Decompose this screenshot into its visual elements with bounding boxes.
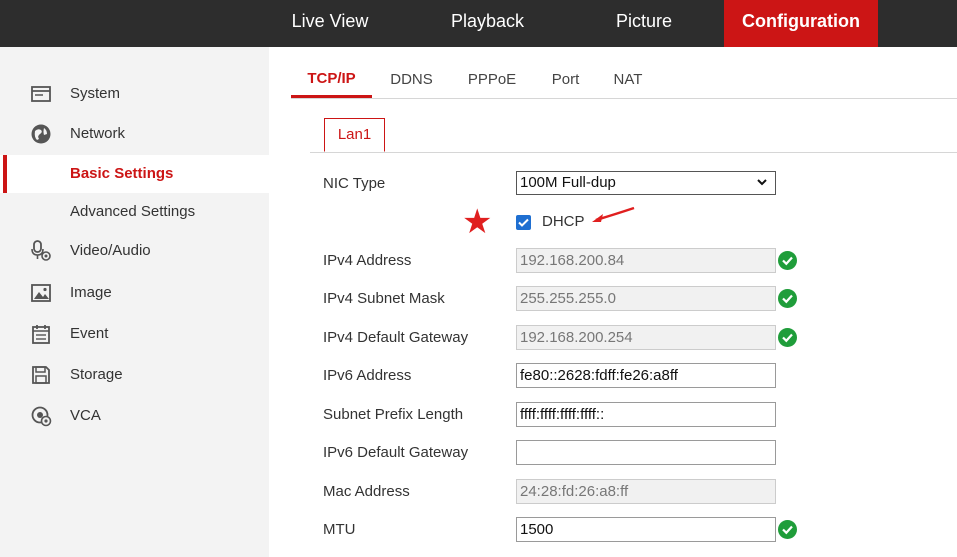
nic-type-select[interactable]: 100M Full-dup xyxy=(516,171,776,195)
valid-check-icon xyxy=(778,251,797,270)
image-icon xyxy=(31,284,51,302)
sidebar-item-network[interactable]: Network xyxy=(0,115,269,153)
tab-lan1[interactable]: Lan1 xyxy=(324,118,385,152)
sidebar-item-label: Video/Audio xyxy=(70,242,151,259)
vca-icon xyxy=(31,406,52,427)
sidebar-item-video-audio[interactable]: Video/Audio xyxy=(0,232,269,270)
sidebar-item-label: Image xyxy=(70,284,112,301)
valid-check-icon xyxy=(778,289,797,308)
sidebar-item-vca[interactable]: VCA xyxy=(0,397,269,435)
dhcp-checkbox[interactable] xyxy=(516,215,531,230)
sidebar-item-system[interactable]: System xyxy=(0,75,269,113)
ipv4-address-label: IPv4 Address xyxy=(323,252,412,269)
ipv6-default-gateway-field[interactable] xyxy=(516,440,776,465)
valid-check-icon xyxy=(778,328,797,347)
sidebar-item-label: Network xyxy=(70,125,126,142)
tab-picture[interactable]: Picture xyxy=(585,0,703,47)
ipv4-address-field[interactable]: 192.168.200.84 xyxy=(516,248,776,273)
arrow-annotation-icon xyxy=(592,206,635,222)
check-icon xyxy=(518,218,529,227)
tab-configuration[interactable]: Configuration xyxy=(724,0,878,47)
ipv4-default-gateway-label: IPv4 Default Gateway xyxy=(323,329,469,346)
nic-type-value: 100M Full-dup xyxy=(520,174,616,191)
dhcp-label: DHCP xyxy=(542,213,585,230)
sidebar-item-label: Advanced Settings xyxy=(70,203,196,220)
tab-port[interactable]: Port xyxy=(543,62,588,98)
tab-live-view[interactable]: Live View xyxy=(270,0,390,47)
ipv4-default-gateway-field[interactable]: 192.168.200.254 xyxy=(516,325,776,350)
ipv4-subnet-mask-label: IPv4 Subnet Mask xyxy=(323,290,445,307)
video-audio-icon xyxy=(31,240,51,261)
sidebar-item-basic-settings[interactable]: Basic Settings xyxy=(0,155,269,193)
event-icon xyxy=(32,325,50,344)
ipv4-subnet-mask-field[interactable]: 255.255.255.0 xyxy=(516,286,776,311)
ipv6-address-field[interactable]: fe80::2628:fdff:fe26:a8ff xyxy=(516,363,776,388)
tab-playback[interactable]: Playback xyxy=(425,0,550,47)
tab-tcp-ip[interactable]: TCP/IP xyxy=(291,62,372,98)
sidebar-item-label: System xyxy=(70,85,121,102)
ipv6-default-gateway-label: IPv6 Default Gateway xyxy=(323,444,469,461)
sidebar-item-storage[interactable]: Storage xyxy=(0,356,269,394)
sidebar-item-image[interactable]: Image xyxy=(0,274,269,312)
tab-nat[interactable]: NAT xyxy=(605,62,651,98)
system-icon xyxy=(31,86,51,102)
mac-address-field[interactable]: 24:28:fd:26:a8:ff xyxy=(516,479,776,504)
sidebar-item-label: Event xyxy=(70,325,109,342)
sidebar-item-advanced-settings[interactable]: Advanced Settings xyxy=(0,193,269,231)
valid-check-icon xyxy=(778,520,797,539)
subnet-prefix-length-label: Subnet Prefix Length xyxy=(323,406,464,423)
network-sub-tabs: TCP/IP DDNS PPPoE Port NAT xyxy=(291,62,957,99)
mtu-field[interactable]: 1500 xyxy=(516,517,776,542)
nic-type-label: NIC Type xyxy=(323,175,386,192)
mtu-label: MTU xyxy=(323,521,356,538)
tab-pppoe[interactable]: PPPoE xyxy=(458,62,526,98)
tab-ddns[interactable]: DDNS xyxy=(378,62,445,98)
mac-address-label: Mac Address xyxy=(323,483,410,500)
sidebar-item-label: Basic Settings xyxy=(70,165,174,182)
lan-tab-row: Lan1 xyxy=(310,118,957,153)
star-annotation-icon: ★ xyxy=(462,203,493,241)
ipv6-address-label: IPv6 Address xyxy=(323,367,412,384)
sidebar: System Network Basic Settings Advanced S… xyxy=(0,47,269,557)
active-indicator xyxy=(3,155,7,193)
sidebar-item-event[interactable]: Event xyxy=(0,315,269,353)
subnet-prefix-length-field[interactable]: ffff:ffff:ffff:ffff:: xyxy=(516,402,776,427)
top-nav-bar: Live View Playback Picture Configuration xyxy=(0,0,957,47)
sidebar-item-label: Storage xyxy=(70,366,123,383)
storage-icon xyxy=(32,366,50,384)
chevron-down-icon xyxy=(757,179,767,186)
network-icon xyxy=(31,124,51,144)
configuration-page: Live View Playback Picture Configuration… xyxy=(0,0,957,557)
sidebar-item-label: VCA xyxy=(70,407,101,424)
